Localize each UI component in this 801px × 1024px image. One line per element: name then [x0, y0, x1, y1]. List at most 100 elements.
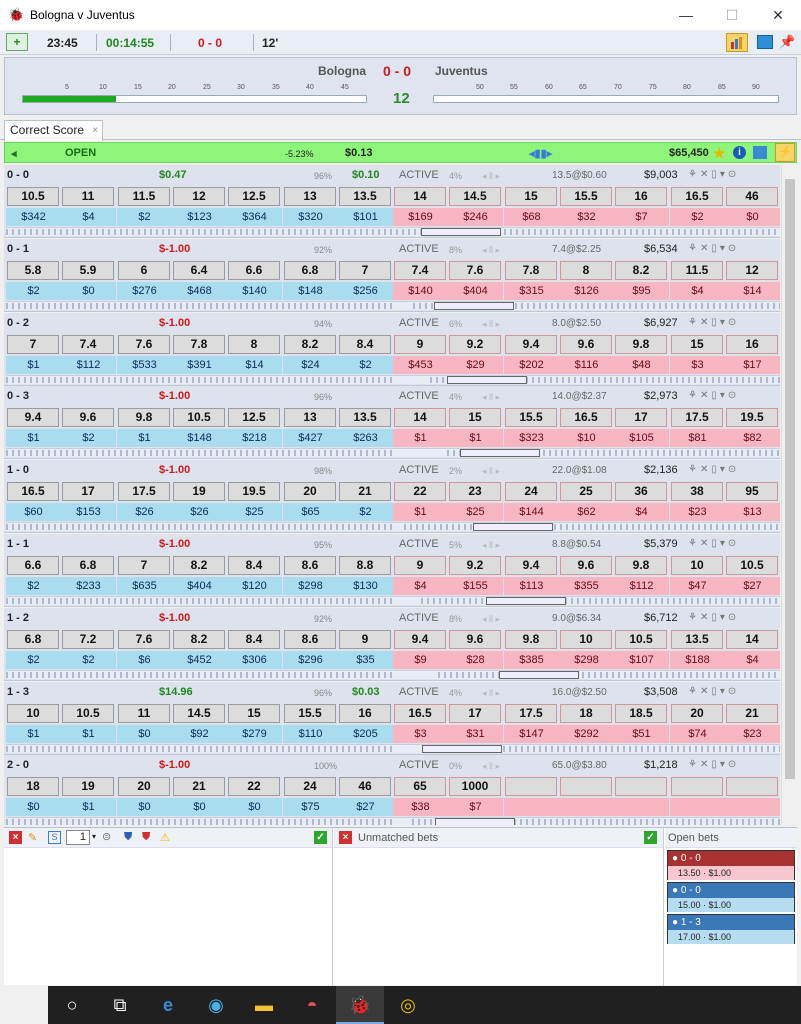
row-tools-icons[interactable]: ⚘✕▯▾⊙: [688, 169, 739, 180]
lay-stake[interactable]: $74: [670, 724, 725, 743]
back-stake[interactable]: $25: [227, 503, 282, 522]
back-stake[interactable]: $148: [283, 281, 338, 300]
lay-stake[interactable]: $4: [670, 281, 725, 300]
lay-odds-button[interactable]: 18.5: [615, 703, 667, 723]
back-stake[interactable]: $404: [172, 577, 227, 595]
back-stake[interactable]: $342: [6, 208, 61, 226]
back-odds-button[interactable]: 8.6: [284, 629, 336, 649]
lay-odds-button[interactable]: 24: [505, 482, 557, 502]
back-odds-button[interactable]: 19: [62, 777, 114, 797]
lay-odds-button[interactable]: [615, 777, 667, 797]
lay-stake[interactable]: $3: [393, 724, 448, 743]
lay-stake[interactable]: $29: [448, 355, 503, 374]
back-stake[interactable]: $101: [338, 208, 393, 226]
back-stake[interactable]: $4: [61, 208, 116, 226]
back-odds-button[interactable]: 7.8: [173, 334, 225, 354]
back-odds-button[interactable]: 21: [173, 777, 225, 797]
back-odds-button[interactable]: 22: [228, 777, 280, 797]
back-stake[interactable]: $263: [338, 429, 393, 448]
lay-odds-button[interactable]: 95: [726, 482, 778, 502]
back-odds-button[interactable]: 8.6: [284, 556, 336, 575]
back-odds-button[interactable]: 8.4: [228, 629, 280, 649]
dropdown-icon[interactable]: ▾: [92, 832, 96, 841]
lay-stake[interactable]: $155: [448, 577, 503, 595]
lay-stake[interactable]: $147: [504, 724, 559, 743]
back-stake[interactable]: $468: [172, 281, 227, 300]
back-odds-button[interactable]: 6: [118, 260, 170, 280]
arrow-icons[interactable]: ◂ ⦀ ▸: [482, 540, 500, 551]
lay-odds-button[interactable]: 46: [726, 187, 778, 206]
back-odds-button[interactable]: 8.2: [173, 629, 225, 649]
back-odds-button[interactable]: 46: [339, 777, 391, 797]
beetle-icon[interactable]: 🐞: [336, 986, 384, 1024]
lay-odds-button[interactable]: 16.5: [560, 408, 612, 428]
nav-arrows-icon[interactable]: ◂▮▮▸: [529, 147, 552, 160]
lay-odds-button[interactable]: 7.8: [505, 260, 557, 280]
lay-stake[interactable]: $17: [725, 355, 780, 374]
back-odds-button[interactable]: 19: [173, 482, 225, 502]
back-stake[interactable]: $205: [338, 724, 393, 743]
lay-odds-button[interactable]: 25: [560, 482, 612, 502]
back-odds-button[interactable]: 8.4: [228, 556, 280, 575]
row-tools-icons[interactable]: ⚘✕▯▾⊙: [688, 686, 739, 697]
star-icon[interactable]: ★: [713, 145, 726, 162]
info-icon[interactable]: i: [733, 146, 746, 159]
lay-stake[interactable]: [670, 798, 725, 817]
lay-odds-button[interactable]: 15: [449, 408, 501, 428]
lay-odds-button[interactable]: 8: [560, 260, 612, 280]
lay-odds-button[interactable]: 15.5: [560, 187, 612, 206]
back-stake[interactable]: $26: [172, 503, 227, 522]
lay-stake[interactable]: $68: [504, 208, 559, 226]
lay-odds-button[interactable]: 38: [671, 482, 723, 502]
back-odds-button[interactable]: 10.5: [7, 187, 59, 206]
close-button[interactable]: ✕: [755, 0, 801, 30]
row-tools-icons[interactable]: ⚘✕▯▾⊙: [688, 317, 739, 328]
back-odds-button[interactable]: 12.5: [228, 187, 280, 206]
tab-close-icon[interactable]: ×: [92, 121, 98, 140]
lay-stake[interactable]: $385: [504, 650, 559, 669]
lay-odds-button[interactable]: 14: [726, 629, 778, 649]
lay-stake[interactable]: $81: [670, 429, 725, 448]
lay-stake[interactable]: $4: [614, 503, 669, 522]
back-odds-button[interactable]: 14.5: [173, 703, 225, 723]
lay-stake[interactable]: $23: [670, 503, 725, 522]
back-stake[interactable]: $27: [338, 798, 393, 817]
lay-odds-button[interactable]: 8.2: [615, 260, 667, 280]
arrow-icons[interactable]: ◂ ⦀ ▸: [482, 688, 500, 699]
back-stake[interactable]: $110: [283, 724, 338, 743]
back-odds-button[interactable]: 7.6: [118, 629, 170, 649]
back-stake[interactable]: $92: [172, 724, 227, 743]
lay-stake[interactable]: $9: [393, 650, 448, 669]
lay-stake[interactable]: $13: [725, 503, 780, 522]
back-stake[interactable]: $75: [283, 798, 338, 817]
lay-stake[interactable]: [559, 798, 614, 817]
lay-odds-button[interactable]: 1000: [449, 777, 501, 797]
back-stake[interactable]: $218: [227, 429, 282, 448]
back-odds-button[interactable]: 10.5: [62, 703, 114, 723]
eraser-icon[interactable]: ✎: [28, 831, 37, 844]
browser-icon[interactable]: ◉: [192, 986, 240, 1024]
lay-odds-button[interactable]: 17.5: [671, 408, 723, 428]
back-odds-button[interactable]: 5.8: [7, 260, 59, 280]
lay-odds-button[interactable]: [726, 777, 778, 797]
arrow-icons[interactable]: ◂ ⦀ ▸: [482, 466, 500, 477]
back-odds-button[interactable]: 6.4: [173, 260, 225, 280]
back-odds-button[interactable]: 16: [339, 703, 391, 723]
lay-stake[interactable]: $25: [448, 503, 503, 522]
back-odds-button[interactable]: 7.4: [62, 334, 114, 354]
back-odds-button[interactable]: 11: [62, 187, 114, 206]
row-tools-icons[interactable]: ⚘✕▯▾⊙: [688, 243, 739, 254]
back-odds-button[interactable]: 8.8: [339, 556, 391, 575]
lay-odds-button[interactable]: 9.6: [449, 629, 501, 649]
lay-odds-button[interactable]: 20: [671, 703, 723, 723]
lay-odds-button[interactable]: 10.5: [726, 556, 778, 575]
back-odds-button[interactable]: 6.8: [7, 629, 59, 649]
back-stake[interactable]: $276: [117, 281, 172, 300]
back-stake[interactable]: $635: [117, 577, 172, 595]
arrow-icons[interactable]: ◂ ⦀ ▸: [482, 171, 500, 182]
stake-input[interactable]: 1: [66, 830, 90, 845]
back-stake[interactable]: $14: [227, 355, 282, 374]
tab-correct-score[interactable]: Correct Score ×: [4, 120, 104, 141]
arrow-icons[interactable]: ◂ ⦀ ▸: [482, 614, 500, 625]
lay-stake[interactable]: $14: [725, 281, 780, 300]
